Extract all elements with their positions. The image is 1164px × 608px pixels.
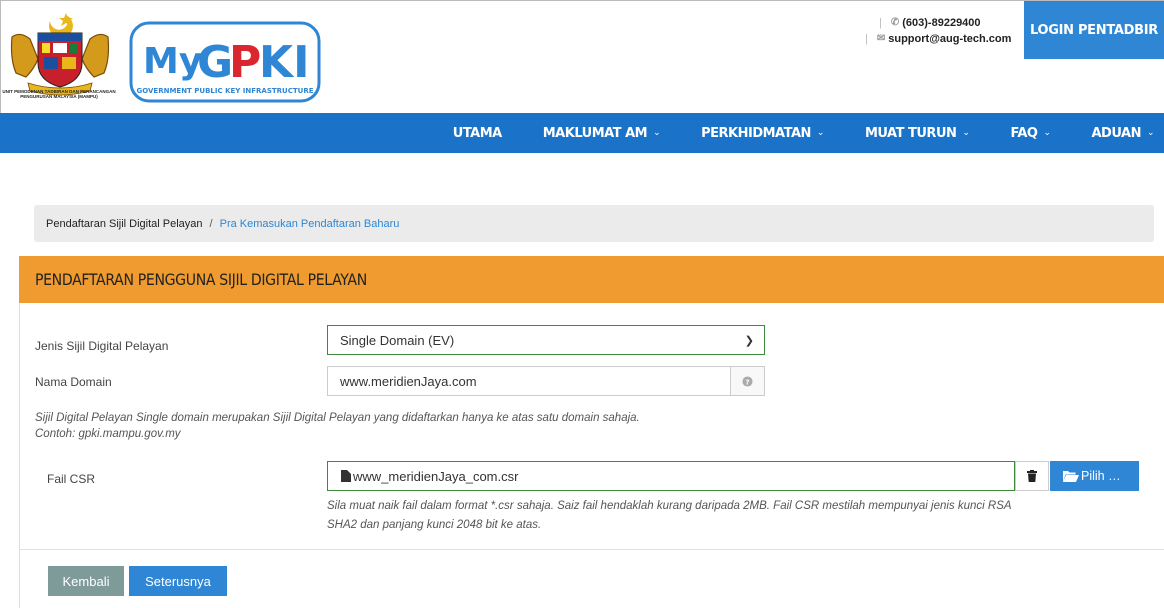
nav-item-perkhidmatan[interactable]: PERKHIDMATAN ⌄ (676, 113, 840, 153)
back-button[interactable]: Kembali (48, 566, 124, 596)
cert-type-label: Jenis Sijil Digital Pelayan (35, 339, 169, 353)
browse-file-button[interactable]: Pilih … (1050, 461, 1139, 491)
svg-text:G: G (197, 37, 233, 88)
page-title: PENDAFTARAN PENGGUNA SIJIL DIGITAL PELAY… (35, 270, 367, 289)
nav-item-aduan[interactable]: ADUAN ⌄ (1067, 113, 1164, 153)
breadcrumb-current[interactable]: Pra Kemasukan Pendaftaran Baharu (220, 218, 400, 230)
form-divider (19, 549, 1164, 550)
nav-item-muat-turun[interactable]: MUAT TURUN ⌄ (840, 113, 985, 153)
support-email[interactable]: support@aug-tech.com (888, 31, 1011, 47)
svg-text:My: My (143, 41, 202, 82)
folder-open-icon (1063, 471, 1079, 482)
admin-login-button[interactable]: LOGIN PENTADBIR (1024, 1, 1164, 59)
file-icon (341, 470, 351, 482)
contact-info: | ✆ (603)-89229400 | ✉ support@aug-tech.… (865, 15, 1012, 47)
envelope-icon: ✉ (876, 33, 886, 44)
breadcrumb: Pendaftaran Sijil Digital Pelayan / Pra … (34, 205, 1154, 242)
csr-file-display[interactable]: www_meridienJaya_com.csr (327, 461, 1015, 491)
panel-header: PENDAFTARAN PENGGUNA SIJIL DIGITAL PELAY… (19, 256, 1164, 303)
phone-number[interactable]: (603)-89229400 (902, 15, 980, 31)
nav-item-utama[interactable]: UTAMA (428, 113, 518, 153)
domain-label: Nama Domain (35, 375, 112, 389)
nav-item-faq[interactable]: FAQ ⌄ (985, 113, 1066, 153)
mygpki-logo[interactable]: My G P KI GOVERNMENT PUBLIC KEY INFRASTR… (129, 21, 321, 103)
domain-input[interactable]: www.meridienJaya.com (327, 366, 731, 396)
domain-help-line2: Contoh: gpki.mampu.gov.my (35, 428, 181, 440)
svg-text:KI: KI (259, 37, 309, 88)
chevron-down-icon: ❯ (744, 335, 754, 347)
chevron-down-icon: ⌄ (962, 128, 970, 138)
chevron-down-icon: ⌄ (816, 128, 825, 138)
breadcrumb-parent[interactable]: Pendaftaran Sijil Digital Pelayan (46, 218, 203, 230)
csr-help-line2: SHA2 dan panjang kunci 2048 bit ke atas. (327, 519, 542, 531)
csr-label: Fail CSR (47, 472, 96, 486)
csr-help-line1: Sila muat naik fail dalam format *.csr s… (327, 500, 1012, 512)
svg-text:GOVERNMENT PUBLIC KEY INFRASTR: GOVERNMENT PUBLIC KEY INFRASTRUCTURE (137, 87, 314, 95)
domain-help-line1: Sijil Digital Pelayan Single domain meru… (35, 412, 640, 424)
chevron-down-icon: ⌄ (1043, 128, 1051, 138)
site-header: UNIT PEMODENAN TADBIRAN DAN PERANCANGAN … (0, 0, 1164, 113)
svg-text:P: P (229, 37, 261, 88)
svg-text:?: ? (745, 377, 749, 386)
chevron-down-icon: ⌄ (1146, 128, 1155, 138)
main-nav: UTAMA MAKLUMAT AM ⌄ PERKHIDMATAN ⌄ MUAT TU… (0, 113, 1164, 153)
cert-type-select[interactable]: Single Domain (EV) ❯ (327, 325, 765, 355)
question-circle-icon[interactable]: ? (730, 366, 765, 396)
trash-icon (1027, 470, 1037, 482)
next-button[interactable]: Seterusnya (129, 566, 227, 596)
delete-file-button[interactable] (1015, 461, 1049, 491)
phone-icon: ✆ (890, 17, 900, 28)
agency-caption: UNIT PEMODENAN TADBIRAN DAN PERANCANGAN … (2, 89, 116, 99)
nav-item-maklumat-am[interactable]: MAKLUMAT AM ⌄ (518, 113, 676, 153)
breadcrumb-separator: / (209, 217, 213, 230)
chevron-down-icon: ⌄ (653, 128, 661, 138)
